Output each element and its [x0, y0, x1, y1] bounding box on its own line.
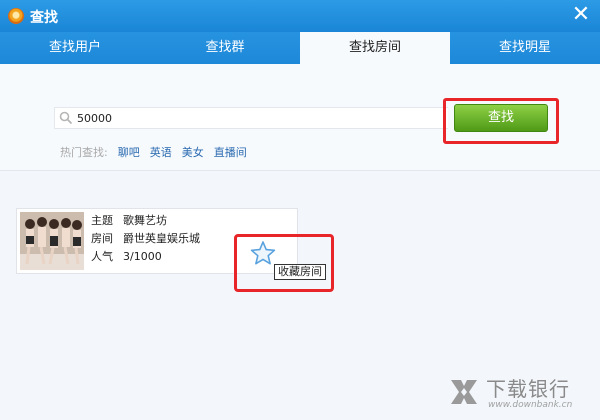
- hot-searches: 热门查找: 聊吧 英语 美女 直播间: [60, 144, 247, 160]
- tab-find-user[interactable]: 查找用户: [0, 32, 150, 64]
- search-button[interactable]: 查找: [454, 104, 548, 132]
- room-label: 房间: [91, 232, 113, 245]
- search-input[interactable]: [77, 109, 437, 127]
- hot-link-english[interactable]: 英语: [150, 144, 172, 160]
- hot-link-beauty[interactable]: 美女: [182, 144, 204, 160]
- divider: [0, 170, 600, 171]
- room-info: 主题 歌舞艺坊 房间 爵世英皇娱乐城 人气 3/1000: [91, 212, 200, 266]
- search-panel: 查找 热门查找: 聊吧 英语 美女 直播间: [0, 64, 600, 170]
- window-title: 查找: [30, 10, 58, 26]
- topic-row: 主题 歌舞艺坊: [91, 212, 200, 230]
- popularity-label: 人气: [91, 250, 113, 263]
- search-icon: [59, 111, 73, 125]
- highlight-box-favorite: [234, 234, 334, 292]
- favorite-tooltip: 收藏房间: [274, 264, 326, 280]
- tab-find-room[interactable]: 查找房间: [300, 32, 450, 64]
- tab-bar: 查找用户 查找群 查找房间 查找明星: [0, 32, 600, 64]
- tab-find-group[interactable]: 查找群: [150, 32, 300, 64]
- tab-find-star[interactable]: 查找明星: [450, 32, 600, 64]
- room-row: 房间 爵世英皇娱乐城: [91, 230, 200, 248]
- popularity-value: 3/1000: [123, 250, 162, 263]
- hot-link-live[interactable]: 直播间: [214, 144, 247, 160]
- topic-value: 歌舞艺坊: [123, 214, 167, 227]
- hot-link-chat[interactable]: 聊吧: [118, 144, 140, 160]
- search-box[interactable]: [54, 107, 448, 129]
- app-logo-icon: [8, 8, 24, 24]
- watermark-brand: 下载银行: [486, 377, 570, 401]
- topic-label: 主题: [91, 214, 113, 227]
- popularity-row: 人气 3/1000: [91, 248, 200, 266]
- watermark-url: www.downbank.cn: [488, 400, 573, 410]
- close-icon[interactable]: ✕: [570, 2, 592, 28]
- room-thumbnail: [20, 212, 84, 270]
- title-bar: 查找 ✕: [0, 0, 600, 32]
- room-value: 爵世英皇娱乐城: [123, 232, 200, 245]
- watermark: 下载银行 www.downbank.cn: [448, 372, 596, 416]
- star-icon[interactable]: [250, 240, 276, 266]
- hot-searches-label: 热门查找:: [60, 146, 108, 159]
- watermark-logo-icon: [451, 380, 477, 404]
